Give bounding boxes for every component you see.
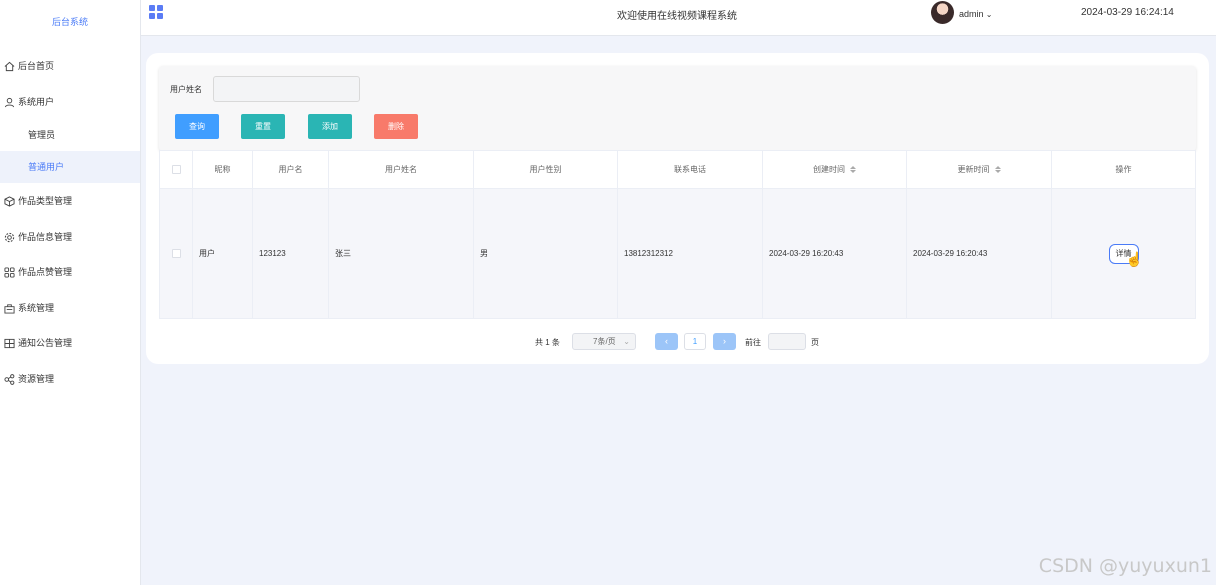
cell-gender: 男 xyxy=(474,189,618,318)
chevron-left-icon: ‹ xyxy=(665,336,668,346)
goto-page-input[interactable] xyxy=(768,333,806,350)
column-header-sortable[interactable]: 创建时间 xyxy=(763,151,907,188)
page-size-value: 7条/页 xyxy=(593,337,616,346)
column-header: 用户性别 xyxy=(474,151,618,188)
cell-action: 详情 ☝ xyxy=(1052,189,1195,318)
column-header: 昵称 xyxy=(193,151,253,188)
sidebar: 后台系统 后台首页 系统用户 管理员 普通用户 作品类型管理 作品信息管理 作品… xyxy=(0,0,141,585)
sidebar-item-label: 资源管理 xyxy=(18,374,55,384)
page-number[interactable]: 1 xyxy=(684,333,706,350)
column-header: 用户名 xyxy=(253,151,329,188)
search-panel: 用户姓名 查询 重置 添加 删除 xyxy=(159,66,1196,151)
search-input[interactable] xyxy=(213,76,360,102)
sidebar-item-label: 通知公告管理 xyxy=(18,338,73,348)
sidebar-item-system-management[interactable]: 系统管理 xyxy=(0,290,140,326)
sidebar-item-label: 后台首页 xyxy=(18,61,55,71)
page-suffix: 页 xyxy=(811,338,819,347)
column-header: 操作 xyxy=(1115,165,1132,174)
sidebar-item-label: 系统管理 xyxy=(18,303,55,313)
sidebar-item-work-likes[interactable]: 作品点赞管理 xyxy=(0,254,140,290)
board-icon xyxy=(3,337,15,349)
column-header: 用户姓名 xyxy=(329,151,474,188)
add-button[interactable]: 添加 xyxy=(308,114,352,139)
delete-button[interactable]: 删除 xyxy=(374,114,418,139)
page-title: 欢迎使用在线视频课程系统 xyxy=(617,11,737,22)
cell-phone: 13812312312 xyxy=(618,189,763,318)
query-button[interactable]: 查询 xyxy=(175,114,219,139)
user-icon xyxy=(3,96,15,108)
share-icon xyxy=(3,373,15,385)
grid-icon xyxy=(3,266,15,278)
user-menu[interactable]: admin ⌄ xyxy=(959,9,992,19)
cell-username: 123123 xyxy=(253,189,329,318)
select-all-checkbox[interactable] xyxy=(160,151,193,188)
sidebar-item-label: 作品类型管理 xyxy=(18,196,73,206)
sidebar-item-notices[interactable]: 通知公告管理 xyxy=(0,325,140,361)
main-card: 用户姓名 查询 重置 添加 删除 昵称 用户名 用户姓名 用户性别 联系电话 创… xyxy=(146,53,1209,364)
cube-icon xyxy=(3,195,15,207)
column-header-sortable[interactable]: 更新时间 xyxy=(907,151,1052,188)
column-header-label: 创建时间 xyxy=(813,165,845,174)
column-header: 联系电话 xyxy=(618,151,763,188)
users-table: 昵称 用户名 用户姓名 用户性别 联系电话 创建时间 更新时间 操作 用户 12… xyxy=(159,150,1196,319)
avatar[interactable] xyxy=(931,1,954,24)
cell-nickname: 用户 xyxy=(193,189,253,318)
watermark: CSDN @yuyuxun1 xyxy=(1038,555,1212,577)
sidebar-item-label: 作品点赞管理 xyxy=(18,267,73,277)
datetime: 2024-03-29 16:24:14 xyxy=(1081,7,1174,18)
home-icon xyxy=(3,60,15,72)
search-label: 用户姓名 xyxy=(170,85,202,94)
sort-icon[interactable] xyxy=(850,166,856,173)
gear-icon xyxy=(3,231,15,243)
chevron-down-icon: ⌄ xyxy=(623,337,630,346)
sidebar-item-label: 系统用户 xyxy=(18,97,55,107)
sidebar-subitem-admin[interactable]: 管理员 xyxy=(0,119,140,151)
cell-realname: 张三 xyxy=(329,189,474,318)
sidebar-item-label: 作品信息管理 xyxy=(18,232,73,242)
sort-icon[interactable] xyxy=(994,166,1001,173)
sidebar-item-home[interactable]: 后台首页 xyxy=(0,48,140,84)
user-name: admin xyxy=(959,9,984,19)
sidebar-item-resources[interactable]: 资源管理 xyxy=(0,361,140,397)
prev-page-button[interactable]: ‹ xyxy=(655,333,678,350)
table-header-row: 昵称 用户名 用户姓名 用户性别 联系电话 创建时间 更新时间 操作 xyxy=(160,151,1195,189)
cell-created: 2024-03-29 16:20:43 xyxy=(763,189,907,318)
goto-label: 前往 xyxy=(745,338,761,347)
page-size-select[interactable]: 7条/页 ⌄ xyxy=(572,333,636,350)
cell-updated: 2024-03-29 16:20:43 xyxy=(907,189,1052,318)
column-header-label: 更新时间 xyxy=(957,165,990,174)
system-icon xyxy=(3,302,15,314)
table-row[interactable]: 用户 123123 张三 男 13812312312 2024-03-29 16… xyxy=(160,189,1195,318)
hand-cursor-icon: ☝ xyxy=(1125,250,1143,267)
chevron-right-icon: › xyxy=(723,336,726,346)
sidebar-item-system-users[interactable]: 系统用户 xyxy=(0,84,140,120)
top-header: 欢迎使用在线视频课程系统 admin ⌄ 2024-03-29 16:24:14 xyxy=(141,0,1216,36)
pagination: 共 1 条 7条/页 ⌄ ‹ 1 › 前往 页 xyxy=(146,333,1209,351)
sidebar-logo: 后台系统 xyxy=(51,17,88,27)
next-page-button[interactable]: › xyxy=(713,333,736,350)
menu-toggle-icon[interactable] xyxy=(149,5,163,19)
sidebar-subitem-normal-users[interactable]: 普通用户 xyxy=(0,151,140,183)
reset-button[interactable]: 重置 xyxy=(241,114,285,139)
detail-button[interactable]: 详情 ☝ xyxy=(1108,243,1143,267)
sidebar-item-work-info[interactable]: 作品信息管理 xyxy=(0,219,140,255)
pagination-total: 共 1 条 xyxy=(535,338,560,347)
chevron-down-icon: ⌄ xyxy=(983,10,993,19)
row-checkbox[interactable] xyxy=(160,189,193,318)
sidebar-item-work-types[interactable]: 作品类型管理 xyxy=(0,183,140,219)
